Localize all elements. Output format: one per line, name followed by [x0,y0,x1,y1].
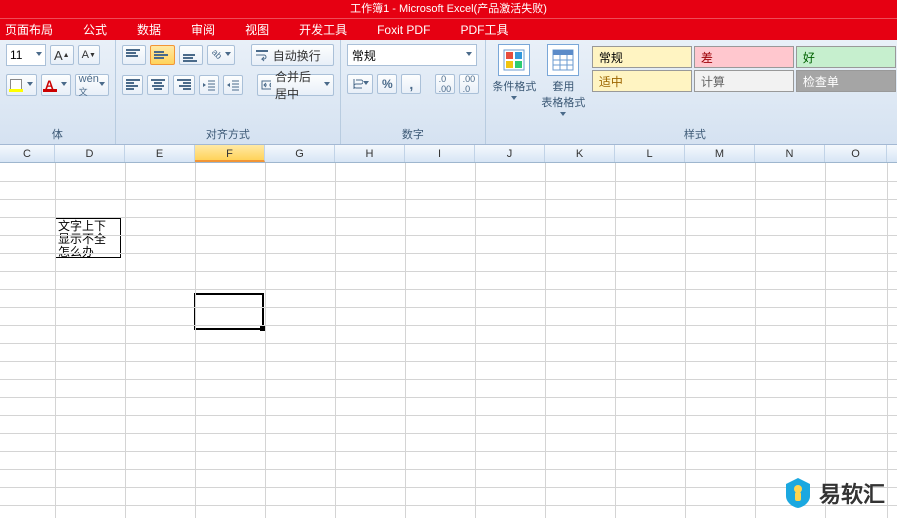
group-label-font: 体 [6,124,109,142]
orientation-button[interactable] [207,45,235,65]
col-header-O[interactable]: O [825,145,887,162]
phonetic-button[interactable]: wén文 [75,74,109,96]
tab-formulas[interactable]: 公式 [83,21,107,38]
menu-bar: 页面布局 公式 数据 审阅 视图 开发工具 Foxit PDF PDF工具 [0,18,897,40]
conditional-format-button[interactable]: 条件格式 [492,44,537,102]
font-color-button[interactable]: A [41,74,71,96]
increase-decimal-button[interactable]: .0.00 [435,74,455,94]
style-bad[interactable]: 差 [694,46,794,68]
tab-pdftool[interactable]: PDF工具 [460,21,508,38]
group-number: 常规 % , .0.00 .00.0 数字 [341,40,486,144]
col-header-J[interactable]: J [475,145,545,162]
tab-data[interactable]: 数据 [137,21,161,38]
col-header-N[interactable]: N [755,145,825,162]
cell-d4[interactable]: 文字上下 显示不全 怎么办 [55,218,121,258]
decrease-decimal-button[interactable]: .00.0 [459,74,479,94]
tab-review[interactable]: 审阅 [191,21,215,38]
increase-font-button[interactable]: A▲ [50,45,74,65]
decrease-font-button[interactable]: A▼ [78,45,100,65]
tab-pagelayout[interactable]: 页面布局 [5,21,53,38]
col-header-D[interactable]: D [55,145,125,162]
conditional-format-icon [498,44,530,76]
worksheet[interactable]: CDEFGHIJKLMNO 文字上下 显示不全 怎么办 [0,145,897,518]
align-right-button[interactable] [173,75,195,95]
style-check[interactable]: 检查单 [796,70,896,92]
ribbon: 11 A▲ A▼ A wén文 体 自动换行 [0,40,897,145]
col-header-M[interactable]: M [685,145,755,162]
cell-styles-gallery[interactable]: 常规 差 好 适中 计算 检查单 [590,44,897,94]
style-normal[interactable]: 常规 [592,46,692,68]
style-calc[interactable]: 计算 [694,70,794,92]
tab-developer[interactable]: 开发工具 [299,21,347,38]
col-header-F[interactable]: F [195,145,265,162]
style-neutral[interactable]: 适中 [592,70,692,92]
grid-area[interactable]: 文字上下 显示不全 怎么办 [0,163,897,518]
watermark-icon [783,476,813,510]
col-header-G[interactable]: G [265,145,335,162]
group-styles: 条件格式 套用 表格格式 常规 差 好 适中 计算 检查单 样式 [486,40,897,144]
tab-view[interactable]: 视图 [245,21,269,38]
align-left-button[interactable] [122,75,144,95]
wrap-text-button[interactable]: 自动换行 [251,44,334,66]
group-label-styles: 样式 [492,124,897,142]
decrease-indent-button[interactable] [199,75,219,95]
col-header-E[interactable]: E [125,145,195,162]
increase-indent-button[interactable] [223,75,243,95]
group-label-number: 数字 [347,124,479,142]
watermark: 易软汇 [783,476,885,510]
align-bottom-button[interactable] [179,45,203,65]
align-top-button[interactable] [122,45,146,65]
group-alignment: 自动换行 合并后居中 对齐方式 [116,40,341,144]
col-header-I[interactable]: I [405,145,475,162]
percent-button[interactable]: % [377,74,397,94]
align-middle-button[interactable] [150,45,174,65]
column-headers[interactable]: CDEFGHIJKLMNO [0,145,897,163]
tab-foxit[interactable]: Foxit PDF [377,23,430,37]
table-format-icon [547,44,579,76]
table-format-button[interactable]: 套用 表格格式 [541,44,586,118]
align-center-button[interactable] [147,75,169,95]
title-bar: 工作簿1 - Microsoft Excel(产品激活失败) [0,0,897,18]
col-header-L[interactable]: L [615,145,685,162]
group-font: 11 A▲ A▼ A wén文 体 [0,40,116,144]
merge-center-button[interactable]: 合并后居中 [257,74,334,96]
col-header-H[interactable]: H [335,145,405,162]
col-header-K[interactable]: K [545,145,615,162]
group-label-align: 对齐方式 [122,124,334,142]
font-size-combo[interactable]: 11 [6,44,46,66]
number-format-combo[interactable]: 常规 [347,44,477,66]
col-header-C[interactable]: C [0,145,55,162]
style-good[interactable]: 好 [796,46,896,68]
accounting-format-button[interactable] [347,74,373,94]
comma-button[interactable]: , [401,74,421,94]
fill-color-button[interactable] [6,74,37,96]
